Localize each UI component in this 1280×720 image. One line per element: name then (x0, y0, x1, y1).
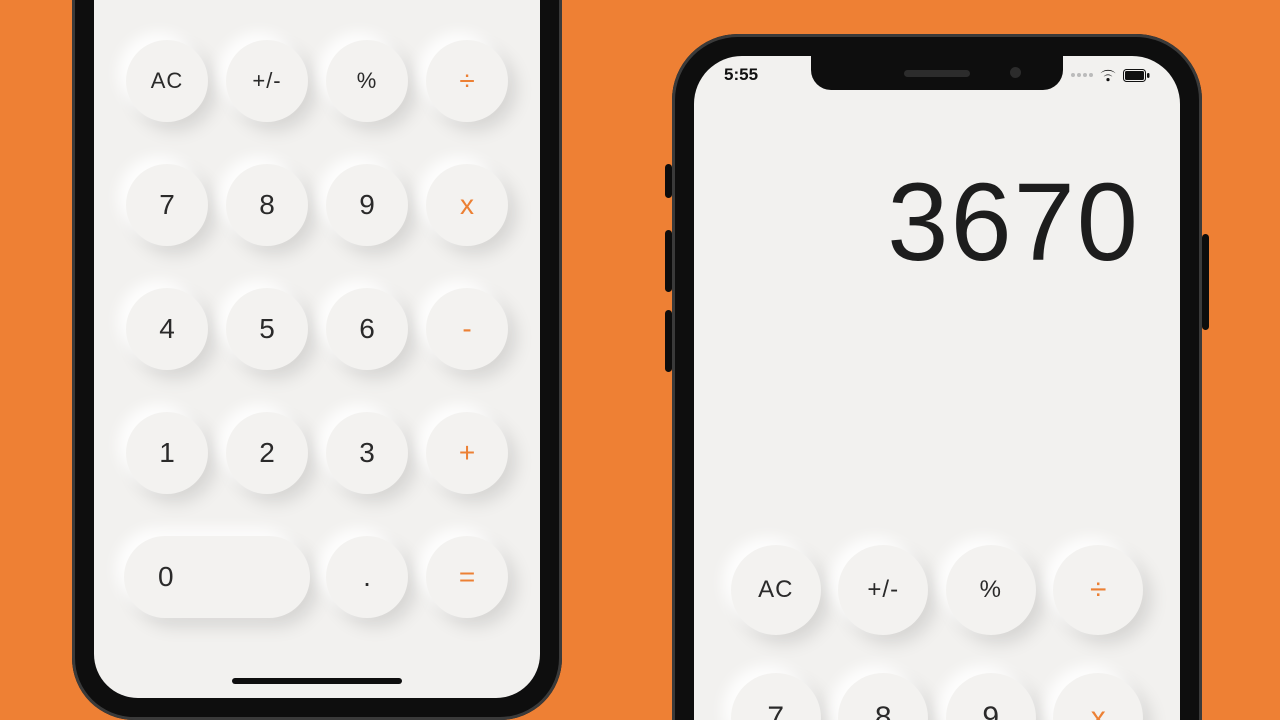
digit-8-button[interactable]: 8 (226, 164, 308, 246)
percent-button[interactable]: % (946, 545, 1036, 635)
status-bar: 5:55 (694, 65, 1180, 85)
percent-button[interactable]: % (326, 40, 408, 122)
calculator-display: 3670 (734, 168, 1140, 278)
volume-up-button (665, 230, 672, 292)
phone-mockup-right: 5:55 3670 AC +/- % ÷ 7 8 9 x (672, 34, 1202, 720)
plus-button[interactable]: + (426, 412, 508, 494)
phone-mockup-left: AC +/- % ÷ 7 8 9 x 4 5 6 - 1 2 3 + 0 . = (72, 0, 562, 720)
digit-7-button[interactable]: 7 (126, 164, 208, 246)
status-time: 5:55 (724, 65, 758, 85)
ac-button[interactable]: AC (731, 545, 821, 635)
screen: 5:55 3670 AC +/- % ÷ 7 8 9 x (694, 56, 1180, 720)
home-indicator[interactable] (232, 678, 402, 684)
ac-button[interactable]: AC (126, 40, 208, 122)
wifi-icon (1099, 69, 1117, 82)
digit-2-button[interactable]: 2 (226, 412, 308, 494)
sign-button[interactable]: +/- (838, 545, 928, 635)
digit-9-button[interactable]: 9 (946, 673, 1036, 720)
power-button (1202, 234, 1209, 330)
sign-button[interactable]: +/- (226, 40, 308, 122)
equals-button[interactable]: = (426, 536, 508, 618)
multiply-button[interactable]: x (426, 164, 508, 246)
digit-6-button[interactable]: 6 (326, 288, 408, 370)
multiply-button[interactable]: x (1053, 673, 1143, 720)
cellular-signal-icon (1071, 73, 1093, 77)
digit-9-button[interactable]: 9 (326, 164, 408, 246)
decimal-button[interactable]: . (326, 536, 408, 618)
mute-switch (665, 164, 672, 198)
digit-7-button[interactable]: 7 (731, 673, 821, 720)
digit-1-button[interactable]: 1 (126, 412, 208, 494)
calculator-keypad: AC +/- % ÷ 7 8 9 x (730, 536, 1144, 720)
screen: AC +/- % ÷ 7 8 9 x 4 5 6 - 1 2 3 + 0 . = (94, 0, 540, 698)
digit-4-button[interactable]: 4 (126, 288, 208, 370)
digit-3-button[interactable]: 3 (326, 412, 408, 494)
digit-5-button[interactable]: 5 (226, 288, 308, 370)
battery-icon (1123, 69, 1150, 82)
calculator-keypad: AC +/- % ÷ 7 8 9 x 4 5 6 - 1 2 3 + 0 . = (124, 34, 510, 624)
divide-button[interactable]: ÷ (426, 40, 508, 122)
divide-button[interactable]: ÷ (1053, 545, 1143, 635)
digit-8-button[interactable]: 8 (838, 673, 928, 720)
volume-down-button (665, 310, 672, 372)
minus-button[interactable]: - (426, 288, 508, 370)
digit-0-button[interactable]: 0 (124, 536, 310, 618)
